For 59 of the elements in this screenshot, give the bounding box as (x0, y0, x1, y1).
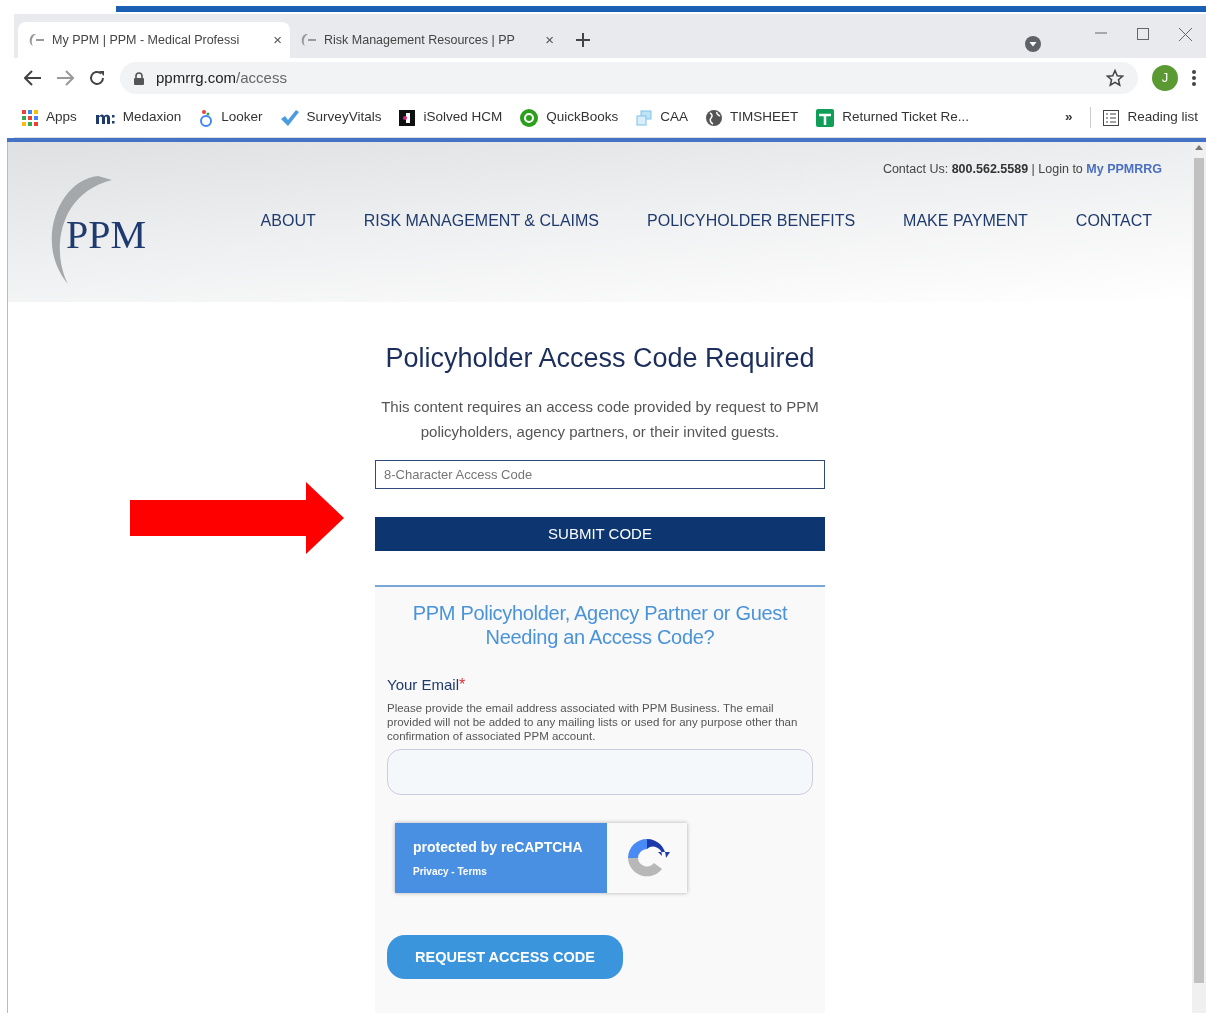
required-mark: * (459, 676, 466, 694)
login-link[interactable]: My PPMRRG (1086, 162, 1162, 176)
tab-title: Risk Management Resources | PP (324, 31, 515, 49)
list-icon (1103, 109, 1120, 126)
lock-icon (134, 71, 144, 85)
reload-icon[interactable] (88, 69, 106, 87)
bookmark[interactable]: QuickBooks (520, 107, 619, 128)
contact-text: Contact Us: 800.562.5589 | Login to My PPMRRG (881, 161, 1162, 178)
close-icon[interactable]: × (545, 28, 554, 52)
nav-link[interactable]: ABOUT (260, 208, 316, 233)
access-code-field[interactable]: 8-Character Access Code (375, 460, 825, 490)
bookmark[interactable]: SurveyVitals (280, 107, 382, 128)
dropdown-icon[interactable] (1025, 36, 1041, 52)
tab-title: My PPM | PPM - Medical Professi (52, 31, 240, 49)
star-icon[interactable] (1106, 69, 1124, 87)
close-icon[interactable] (1179, 28, 1192, 41)
help-text: Please provide the email address associated with PPM Business. The email provided will not be added to any mailing lists or used for any purpose other than confirmation of associated PPM account. (387, 701, 799, 744)
apps-grid-icon (22, 109, 38, 126)
page-title: Policyholder Access Code Required (384, 342, 816, 375)
email-field[interactable] (387, 749, 813, 796)
tab-favicon-icon (300, 33, 318, 47)
tab-favicon-icon (28, 33, 46, 47)
square-logo-icon (399, 109, 416, 126)
submit-code-button[interactable]: SUBMIT CODE (375, 517, 825, 552)
new-tab-icon[interactable] (576, 33, 590, 47)
bookmark[interactable]: CAA (636, 107, 688, 128)
overflow-chevron[interactable]: » (1064, 107, 1073, 128)
recaptcha-text: protected by reCAPTCHA (413, 838, 584, 858)
nav-link[interactable]: CONTACT (1075, 208, 1152, 233)
checkmark-icon (280, 109, 299, 126)
reading-list-button[interactable]: Reading list (1090, 107, 1198, 128)
nav-link[interactable]: MAKE PAYMENT (903, 208, 1028, 233)
bookmark[interactable]: Apps (22, 107, 77, 128)
forward-icon[interactable] (56, 70, 74, 86)
globe-icon (706, 109, 722, 126)
bookmark[interactable]: TIMSHEET (706, 107, 799, 128)
url-text: ppmrrg.com/access (156, 67, 287, 88)
close-icon[interactable]: × (273, 28, 282, 52)
back-icon[interactable] (24, 70, 42, 86)
browser-tab[interactable]: My PPM | PPM - Medical Professi × (18, 22, 290, 58)
circle-logo-icon (520, 108, 539, 127)
nav-link[interactable]: POLICYHOLDER BENEFITS (647, 208, 856, 233)
browser-tab[interactable]: Risk Management Resources | PP × (290, 22, 562, 58)
scrollbar-thumb[interactable] (1194, 158, 1204, 983)
menu-icon[interactable] (1192, 70, 1196, 86)
windows-icon (636, 109, 653, 126)
ring-icon (199, 108, 214, 127)
maximize-icon[interactable] (1137, 28, 1149, 40)
nav-link[interactable]: RISK MANAGEMENT & CLAIMS (363, 208, 600, 233)
logo[interactable]: PPM (38, 174, 158, 286)
request-title: PPM Policyholder, Agency Partner or Guest Needing an Access Code? (411, 601, 789, 650)
address-bar[interactable]: ppmrrg.com/access (120, 62, 1138, 94)
description-text: This content requires an access code provided by request to PPM policyholders, agency partners, or their invited guests. (380, 397, 820, 443)
bookmark[interactable]: Returned Ticket Re... (816, 107, 970, 128)
email-label: Your Email (387, 676, 459, 694)
bookmark[interactable]: Looker (199, 107, 263, 128)
bookmark[interactable]: Medaxion (94, 107, 182, 128)
sheet-icon (816, 108, 835, 127)
bookmark[interactable]: iSolved HCM (399, 107, 503, 128)
